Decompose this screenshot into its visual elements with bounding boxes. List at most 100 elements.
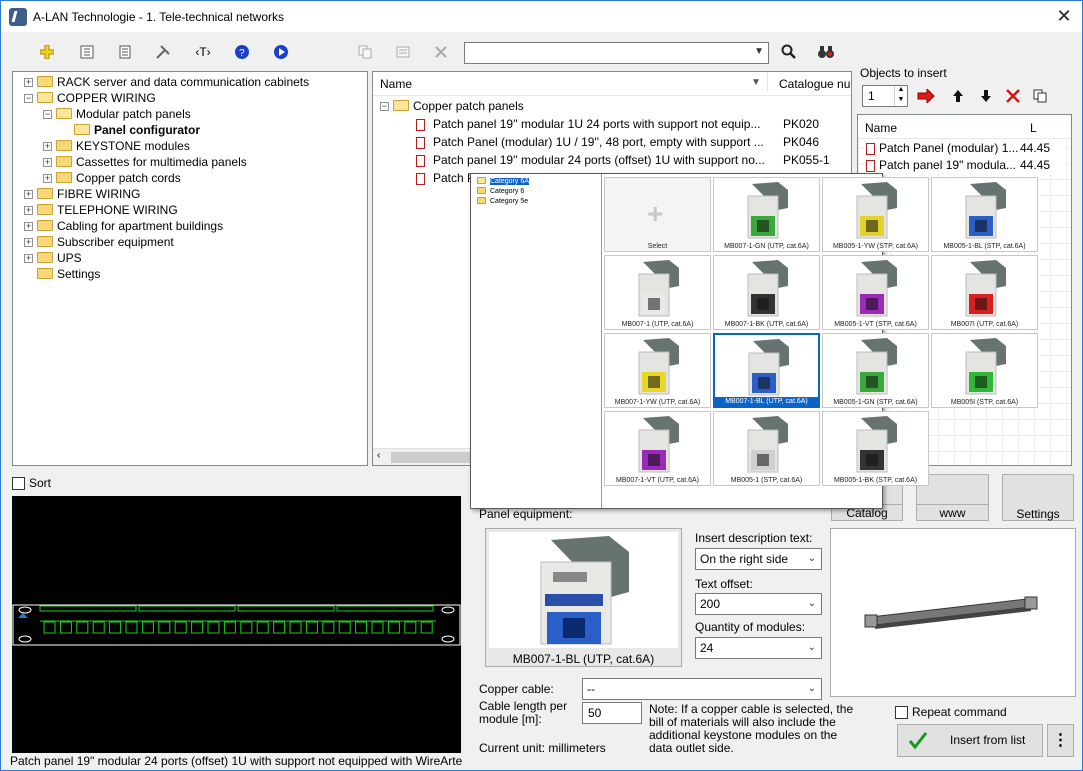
module-cell[interactable]: MB005-1-YW (STP, cat.6A) [822,177,929,252]
more-options-button[interactable]: ⋮ [1047,724,1074,757]
checkbox-icon[interactable] [12,477,25,491]
search-combo[interactable]: ▼ [464,42,769,64]
list-icon[interactable] [391,40,415,64]
add-to-list-arrow-icon[interactable] [914,84,938,108]
tree-item-panel-configurator[interactable]: Panel configurator [13,122,367,138]
close-button[interactable]: ✕ [1054,6,1074,26]
module-cell[interactable]: MB005-1-GN (STP, cat.6A) [822,333,929,408]
module-picker-popup[interactable]: Category 6A Category 6 Category 5e + Sele… [470,173,1038,509]
module-cell[interactable]: MB007-1 (UTP, cat.6A) [604,255,711,330]
tree-item-patch-cords[interactable]: + Copper patch cords [13,170,367,186]
search-icon[interactable] [777,40,801,64]
keystone-module-icon [747,182,788,239]
binoculars-icon[interactable] [814,40,838,64]
cable-length-input[interactable]: 50 [582,702,642,724]
column-l[interactable]: L [1030,121,1037,135]
sort-chevron-icon[interactable]: ▼ [751,77,761,88]
text-tag-icon[interactable]: ‹T› [191,40,215,64]
scroll-thumb[interactable] [391,452,471,463]
collapse-icon[interactable]: − [380,102,389,112]
stepper-down-icon[interactable]: ▼ [894,96,907,106]
category-item[interactable]: Category 6A [471,176,601,187]
delete-icon[interactable] [429,40,453,64]
tree-item-rack[interactable]: + RACK server and data communication cabi… [13,74,367,90]
www-button[interactable]: www [916,504,989,521]
tools-icon[interactable] [151,40,175,64]
module-cell[interactable]: MB007-1-YW (UTP, cat.6A) [604,333,711,408]
sort-checkbox[interactable]: Sort [12,476,51,491]
folder-open-icon [37,92,53,104]
category-item[interactable]: Category 5e [471,196,601,207]
list-item[interactable]: Patch panel 19'' modular 24 ports (offse… [416,151,846,169]
module-cell[interactable]: MB005-1-BK (STP, cat.6A) [822,411,929,486]
tree-item-cassettes[interactable]: + Cassettes for multimedia panels [13,154,367,170]
collapse-icon[interactable]: − [43,110,52,120]
copper-cable-select[interactable]: -- ⌄ [582,678,822,700]
expand-icon[interactable]: + [24,238,33,248]
category-item[interactable]: Category 6 [471,186,601,197]
folder-icon [37,236,53,248]
port-outline [191,621,204,634]
list-group[interactable]: − Copper patch panels [380,97,524,115]
expand-icon[interactable]: + [43,142,52,152]
repeat-command-checkbox[interactable]: Repeat command [895,705,1007,720]
table-row[interactable]: Patch panel 19" modula... 44.45 [866,156,1066,174]
settings-button[interactable]: Settings [1002,474,1074,521]
module-cell[interactable]: MB007-1-BK (UTP, cat.6A) [713,255,820,330]
category-tree[interactable]: + RACK server and data communication cabi… [12,71,368,466]
module-cell[interactable]: MB007-1-BL (UTP, cat.6A) [713,333,820,408]
category-picker-tree[interactable]: Category 6A Category 6 Category 5e [471,174,602,508]
expand-icon[interactable]: + [24,206,33,216]
properties-icon[interactable] [75,40,99,64]
add-icon[interactable] [35,40,59,64]
keystone-module-icon [965,182,1006,239]
module-cell[interactable]: MB007-1-VT (UTP, cat.6A) [604,411,711,486]
expand-icon[interactable]: + [24,254,33,264]
insert-desc-select[interactable]: On the right side ⌄ [695,548,822,570]
expand-icon[interactable]: + [43,174,52,184]
play-icon[interactable] [269,40,293,64]
expand-icon[interactable]: + [24,222,33,232]
tree-item-telephone-wiring[interactable]: + TELEPHONE WIRING [13,202,367,218]
expand-icon[interactable]: + [24,190,33,200]
move-up-icon[interactable] [946,84,970,108]
document-icon[interactable] [113,40,137,64]
quantity-stepper[interactable]: 1 ▲ ▼ [862,85,908,107]
tree-item-apartment-cabling[interactable]: + Cabling for apartment buildings [13,218,367,234]
tree-item-keystone-modules[interactable]: + KEYSTONE modules [13,138,367,154]
tree-item-subscriber-equipment[interactable]: + Subscriber equipment [13,234,367,250]
plus-icon: + [647,198,664,229]
tree-item-copper-wiring[interactable]: − COPPER WIRING [13,90,367,106]
module-cell[interactable]: MB005-1 (STP, cat.6A) [713,411,820,486]
move-down-icon[interactable] [974,84,998,108]
insert-from-list-button[interactable]: Insert from list [897,724,1043,757]
tree-item-settings[interactable]: Settings [13,266,367,282]
chevron-left-icon[interactable]: ‹ [377,450,380,461]
checkbox-icon[interactable] [895,706,908,720]
remove-icon[interactable] [1001,84,1025,108]
tree-item-modular-patch-panels[interactable]: − Modular patch panels [13,106,367,122]
column-catalogue[interactable]: Catalogue nu [779,77,850,91]
module-cell[interactable]: MB007I (UTP, cat.6A) [931,255,1038,330]
module-cell[interactable]: MB005-1-BL (STP, cat.6A) [931,177,1038,252]
tree-item-ups[interactable]: + UPS [13,250,367,266]
select-none-cell[interactable]: + Select [604,177,711,252]
copy-icon[interactable] [1028,84,1052,108]
module-cell[interactable]: MB007-1-GN (UTP, cat.6A) [713,177,820,252]
table-row[interactable]: Patch Panel (modular) 1... 44.45 [866,139,1066,157]
list-item[interactable]: Patch panel 19'' modular 1U 24 ports wit… [416,115,846,133]
module-cell[interactable]: MB005I (STP, cat.6A) [931,333,1038,408]
list-item[interactable]: Patch Panel (modular) 1U / 19'', 48 port… [416,133,846,151]
expand-icon[interactable]: + [43,158,52,168]
help-icon[interactable]: ? [230,40,254,64]
copy-icon[interactable] [353,40,377,64]
tree-item-fibre-wiring[interactable]: + FIBRE WIRING [13,186,367,202]
text-offset-select[interactable]: 200 ⌄ [695,593,822,615]
expand-icon[interactable]: + [24,78,33,88]
collapse-icon[interactable]: − [24,94,33,104]
quantity-select[interactable]: 24 ⌄ [695,637,822,659]
module-cell[interactable]: MB005-1-VT (STP, cat.6A) [822,255,929,330]
stepper-up-icon[interactable]: ▲ [894,86,907,96]
column-name[interactable]: Name [865,121,897,135]
column-name[interactable]: Name [380,77,412,91]
